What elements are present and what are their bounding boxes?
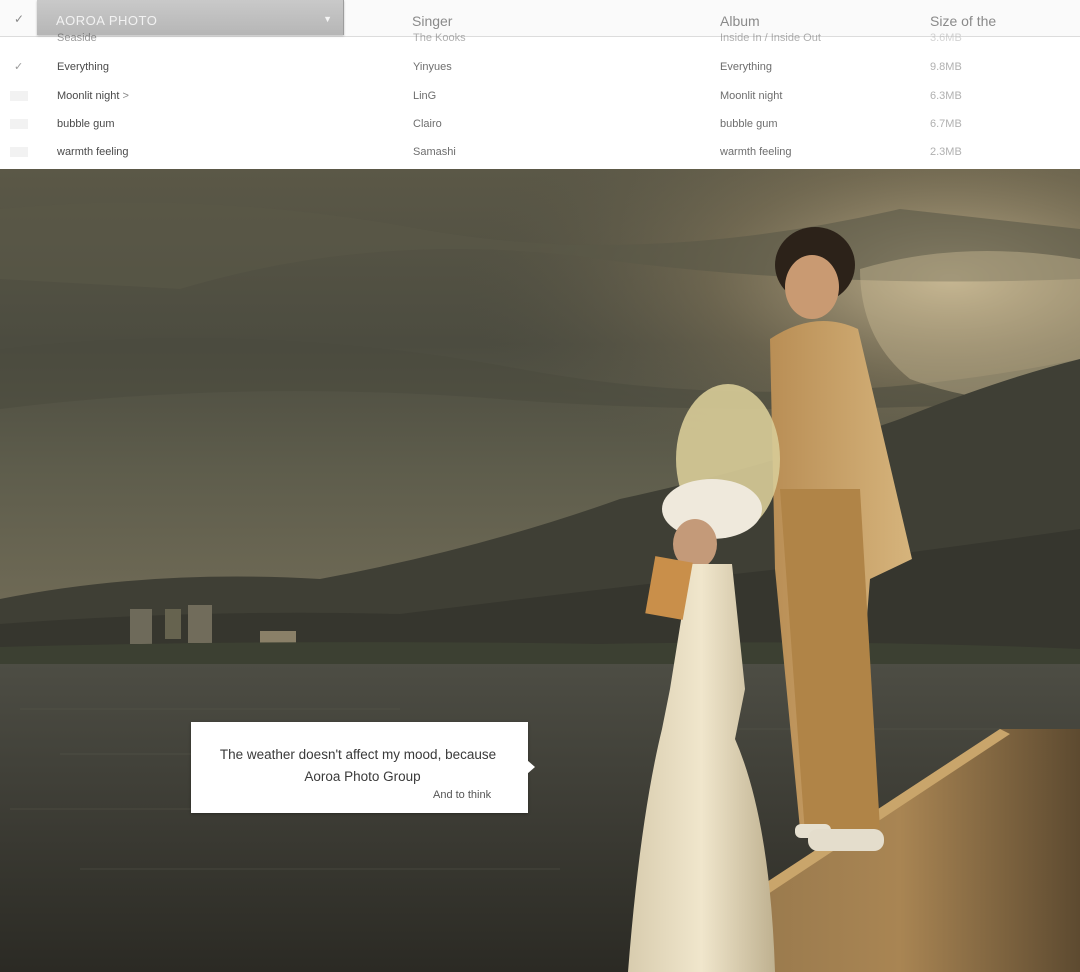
- song-album: Inside In / Inside Out: [720, 32, 821, 44]
- row-checkbox[interactable]: [10, 91, 28, 101]
- song-title: warmth feeling: [57, 146, 129, 158]
- song-list-panel: ✓ AOROA PHOTO ▼ Singer Album Size of the…: [0, 0, 1080, 169]
- check-icon[interactable]: ✓: [14, 60, 23, 73]
- caption-line-1: The weather doesn't affect my mood, beca…: [219, 747, 497, 762]
- song-singer: Yinyues: [413, 61, 452, 73]
- song-row[interactable]: Seaside The Kooks Inside In / Inside Out…: [0, 24, 1080, 52]
- song-size: 2.3MB: [930, 146, 962, 158]
- song-title: bubble gum: [57, 118, 115, 130]
- song-album: Everything: [720, 61, 772, 73]
- caption-bubble: The weather doesn't affect my mood, beca…: [191, 722, 535, 813]
- song-row[interactable]: bubble gum Clairo bubble gum 6.7MB: [0, 110, 1080, 138]
- song-singer: LinG: [413, 90, 437, 102]
- song-singer: Clairo: [413, 118, 442, 130]
- song-row[interactable]: Moonlit night > LinG Moonlit night 6.3MB: [0, 82, 1080, 110]
- song-singer: Samashi: [413, 146, 456, 158]
- song-size: 6.7MB: [930, 118, 962, 130]
- song-title: Seaside: [57, 32, 97, 44]
- song-size: 6.3MB: [930, 90, 962, 102]
- chevron-right-icon[interactable]: >: [122, 90, 128, 102]
- song-title: Everything: [57, 61, 109, 73]
- caption-line-3: And to think: [433, 789, 492, 801]
- row-checkbox[interactable]: [10, 147, 28, 157]
- song-album: warmth feeling: [720, 146, 792, 158]
- couple-photo: [0, 169, 1080, 972]
- song-row[interactable]: ✓ Everything Yinyues Everything 9.8MB: [0, 53, 1080, 81]
- song-title: Moonlit night >: [57, 90, 129, 102]
- caption-line-2: Aoroa Photo Group: [304, 769, 421, 784]
- song-album: bubble gum: [720, 118, 778, 130]
- row-checkbox[interactable]: [10, 119, 28, 129]
- song-row[interactable]: warmth feeling Samashi warmth feeling 2.…: [0, 138, 1080, 166]
- song-size: 9.8MB: [930, 61, 962, 73]
- chevron-down-icon[interactable]: ▼: [323, 14, 332, 24]
- song-album: Moonlit night: [720, 90, 783, 102]
- song-singer: The Kooks: [413, 32, 466, 44]
- song-size: 3.6MB: [930, 32, 962, 44]
